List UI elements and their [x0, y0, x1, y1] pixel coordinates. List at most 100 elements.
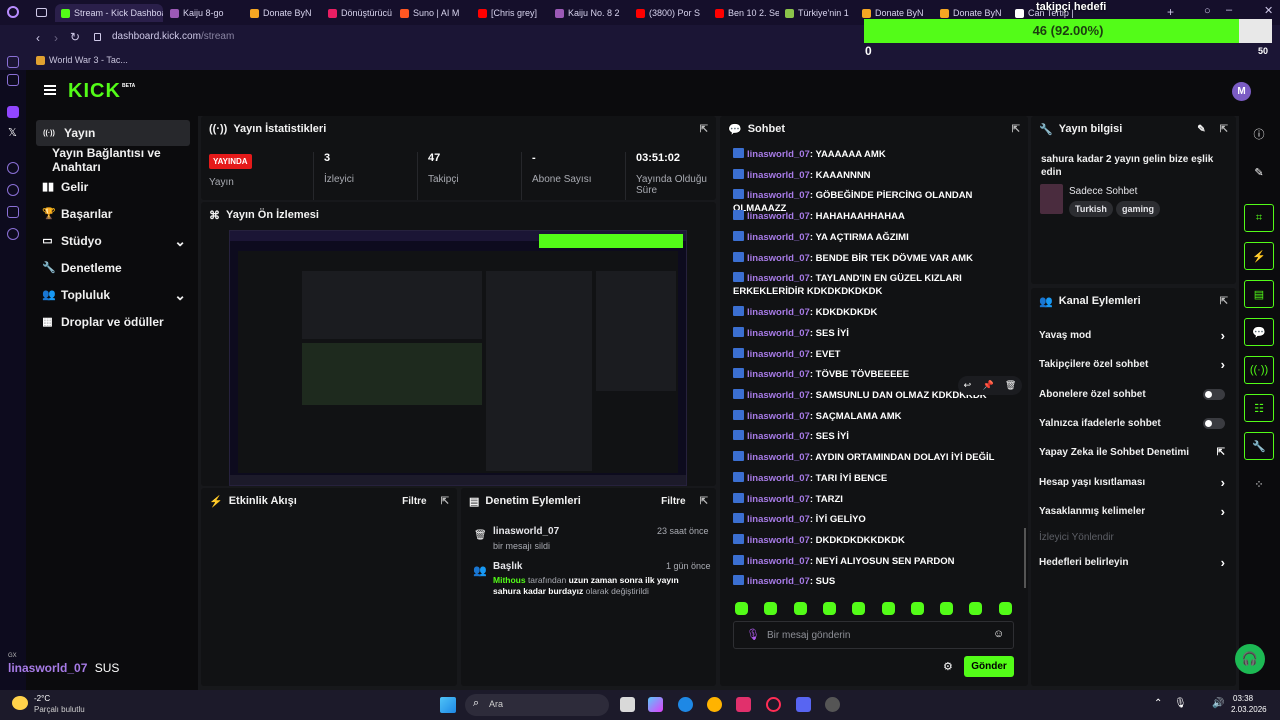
support-icon[interactable]: 🎧	[1235, 644, 1265, 674]
player-icon[interactable]	[7, 74, 19, 86]
twitch-icon[interactable]	[7, 106, 19, 118]
channel-action-row[interactable]: Hedefleri belirleyin ›	[1039, 552, 1225, 572]
chrome-icon[interactable]	[707, 697, 722, 712]
pin-icon[interactable]: 📌	[982, 380, 993, 391]
emote-icon[interactable]	[735, 602, 748, 615]
chat-username[interactable]: linasworld_07	[747, 307, 810, 318]
delete-icon[interactable]: 🗑	[1005, 380, 1016, 391]
emote-icon[interactable]	[793, 602, 807, 615]
chat-username[interactable]: linasworld_07	[747, 494, 810, 505]
chat-username[interactable]: linasworld_07	[747, 170, 810, 181]
wifi-icon[interactable]: ⌃	[1154, 698, 1162, 709]
chat-scrollbar[interactable]	[1024, 528, 1026, 588]
document-icon[interactable]: ▤	[1244, 280, 1274, 308]
chat-username[interactable]: linasworld_07	[747, 431, 810, 442]
emote-icon[interactable]	[940, 602, 954, 615]
sidebar-item[interactable]: ▦ Droplar ve ödüller	[36, 309, 190, 335]
kick-logo[interactable]: KICK	[68, 80, 121, 103]
chat-message[interactable]: linasworld_07: BENDE BİR TEK DÖVME VAR A…	[733, 251, 1015, 265]
volume-icon[interactable]: 🔊	[1212, 698, 1224, 709]
sidebar-item[interactable]: ▮▮ Gelir	[36, 174, 190, 200]
chat-message[interactable]: linasworld_07: TARI İYİ BENCE	[733, 471, 1015, 485]
emote-icon[interactable]	[969, 602, 983, 615]
clock-time[interactable]: 03:38	[1233, 694, 1253, 703]
instagram-icon[interactable]	[736, 697, 751, 712]
obs-icon[interactable]	[825, 697, 840, 712]
emote-icon[interactable]	[881, 602, 895, 615]
chat-username[interactable]: linasworld_07	[747, 473, 810, 484]
emote-icon[interactable]	[764, 602, 778, 615]
clock-icon[interactable]	[7, 184, 19, 196]
reload-icon[interactable]: ↻	[70, 30, 80, 44]
mod-actor[interactable]: Mithous	[493, 575, 526, 585]
copilot-icon[interactable]	[648, 697, 663, 712]
chat-username[interactable]: linasworld_07	[747, 273, 810, 284]
chevron-down-icon[interactable]: ⌄	[174, 287, 186, 304]
chat-message[interactable]: linasworld_07: YA AÇTIRMA AĞZIMI	[733, 230, 1015, 244]
send-button[interactable]: Gönder	[964, 656, 1014, 677]
chat-message[interactable]: linasworld_07: EVET	[733, 347, 1015, 361]
chat-username[interactable]: linasworld_07	[747, 576, 810, 587]
channel-action-row[interactable]: Takipçilere özel sohbet ›	[1039, 354, 1225, 374]
tag-pill[interactable]: Turkish	[1069, 201, 1113, 217]
chat-message[interactable]: linasworld_07: TARZI	[733, 492, 1015, 506]
chat-username[interactable]: linasworld_07	[747, 514, 810, 525]
share-icon[interactable]: ⁘	[1244, 470, 1274, 498]
chat-username[interactable]: linasworld_07	[747, 232, 810, 243]
history-icon[interactable]	[7, 162, 19, 174]
chat-username[interactable]: linasworld_07	[747, 369, 810, 380]
opera-logo-icon[interactable]	[7, 6, 19, 18]
sidebar-item[interactable]: 👥 Topluluk ⌄	[36, 282, 190, 308]
file-explorer-icon[interactable]	[620, 697, 635, 712]
start-button[interactable]	[440, 697, 456, 713]
popout-icon[interactable]: ⇱	[1220, 124, 1228, 135]
chat-message[interactable]: linasworld_07: SES İYİ	[733, 326, 1015, 340]
x-icon[interactable]: 𝕏	[8, 126, 17, 139]
reply-icon[interactable]: ↩	[964, 380, 972, 391]
emote-icon[interactable]	[998, 602, 1012, 615]
chat-bubble-icon[interactable]: 💬	[1244, 318, 1274, 346]
mod-entry-user[interactable]: linasworld_07	[493, 526, 559, 537]
chat-username[interactable]: linasworld_07	[747, 211, 810, 222]
chat-message[interactable]: linasworld_07: SES İYİ	[733, 430, 1015, 443]
chat-username[interactable]: linasworld_07	[747, 390, 810, 401]
sidebar-item[interactable]: Yayın Bağlantısı ve Anahtarı	[36, 146, 190, 174]
chat-username[interactable]: linasworld_07	[747, 149, 810, 160]
channel-action-row[interactable]: Yapay Zeka ile Sohbet Denetimi ⇱	[1039, 442, 1225, 462]
emote-icon[interactable]	[822, 602, 836, 615]
extensions-icon[interactable]	[7, 206, 19, 218]
browser-tab[interactable]: Kaiju No. 8 2	[555, 4, 625, 22]
emote-icon[interactable]	[852, 602, 866, 615]
channel-action-row[interactable]: Hesap yaşı kısıtlaması ›	[1039, 472, 1225, 492]
chat-input[interactable]: 🎙 Bir mesaj gönderin ☺	[733, 621, 1014, 649]
clip-icon[interactable]: ⌗	[1244, 204, 1274, 232]
chat-username[interactable]: linasworld_07	[747, 349, 810, 360]
browser-tab[interactable]: Türkiye'nin 1	[785, 4, 855, 22]
browser-tab[interactable]: [Chris grey]	[478, 4, 548, 22]
category-name[interactable]: Sadece Sohbet	[1069, 186, 1137, 197]
chat-message[interactable]: linasworld_07: KDKDKDKDK	[733, 306, 1015, 319]
opera-gx-icon[interactable]	[766, 697, 781, 712]
popout-icon[interactable]: ⇱	[1012, 124, 1020, 135]
browser-tab[interactable]: Suno | AI M	[400, 4, 472, 22]
channel-action-row[interactable]: Yalnızca ifadelerle sohbet	[1039, 413, 1225, 433]
chat-username[interactable]: linasworld_07	[747, 535, 810, 546]
chat-message[interactable]: linasworld_07: TAYLAND'IN EN GÜZEL KIZLA…	[733, 272, 1015, 298]
chat-username[interactable]: linasworld_07	[747, 190, 810, 201]
browser-tab[interactable]: (3800) Por S	[636, 4, 706, 22]
mic-icon[interactable]: 🎙	[746, 628, 760, 641]
wrench-icon[interactable]: 🔧	[1244, 432, 1274, 460]
messenger-icon[interactable]	[7, 56, 19, 68]
edit-icon[interactable]: ✎	[1197, 124, 1205, 135]
forward-icon[interactable]: ›	[54, 31, 58, 45]
browser-tab[interactable]: Kaiju 8-go	[170, 4, 240, 22]
avatar[interactable]: M	[1232, 82, 1251, 101]
settings-icon[interactable]	[7, 228, 19, 240]
chat-username[interactable]: linasworld_07	[747, 452, 810, 463]
bookmark-item[interactable]: World War 3 - Tac...	[49, 55, 128, 65]
broadcast-icon[interactable]: ((·))	[1244, 356, 1274, 384]
browser-tab[interactable]: Stream - Kick Dashboa	[55, 4, 163, 22]
emote-icon[interactable]	[910, 602, 924, 615]
browser-tab[interactable]: Dönüştürücü	[328, 4, 394, 22]
channel-action-row[interactable]: Abonelere özel sohbet	[1039, 384, 1225, 404]
